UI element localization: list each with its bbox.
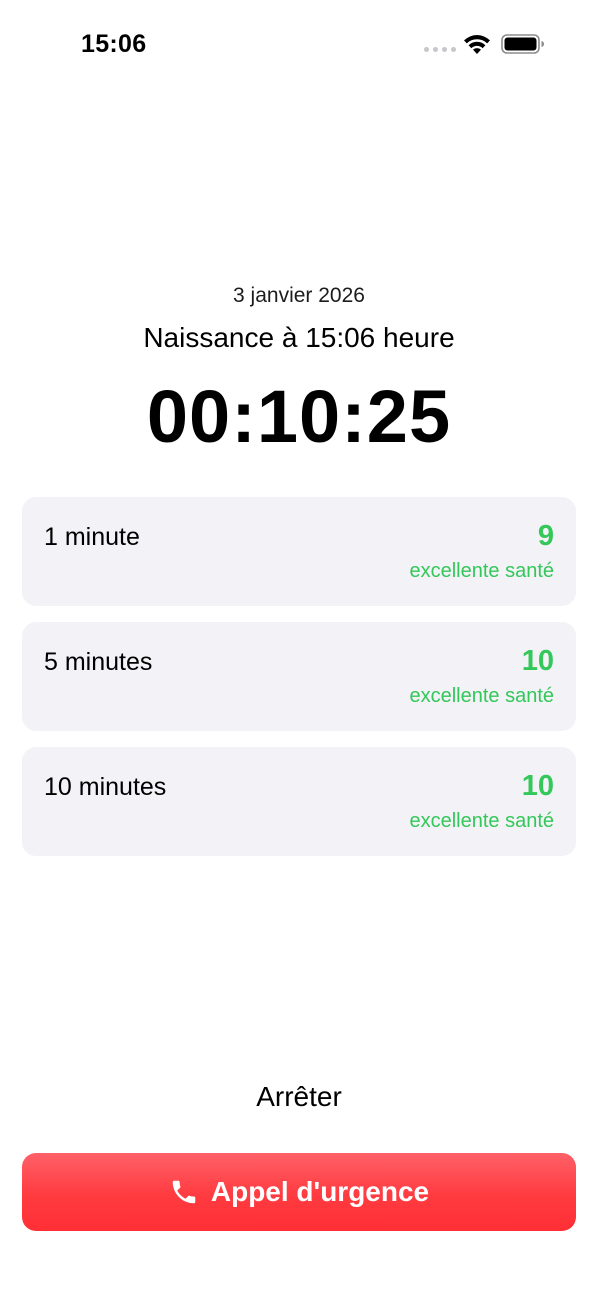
status-bar: 15:06 (0, 0, 598, 90)
score-card-1-minute: 1 minute 9 excellente santé (22, 497, 576, 606)
score-card-10-minutes: 10 minutes 10 excellente santé (22, 747, 576, 856)
stop-button[interactable]: Arrêter (199, 1074, 399, 1120)
phone-icon (172, 1180, 196, 1204)
score-card-label: 10 minutes (44, 773, 167, 801)
date-text: 3 janvier 2026 (233, 284, 365, 307)
signal-dots-icon (424, 47, 456, 53)
wifi-icon (464, 35, 490, 54)
score-value: 10 (521, 770, 554, 802)
battery-icon (501, 34, 544, 54)
birth-time-label: Naissance à 15:06 heure (143, 322, 455, 353)
score-status: excellente santé (409, 810, 554, 832)
score-card-label: 1 minute (44, 523, 140, 551)
status-time: 15:06 (81, 30, 147, 58)
emergency-call-button[interactable]: Appel d'urgence (22, 1153, 576, 1231)
score-card-label: 5 minutes (44, 648, 153, 676)
score-status: excellente santé (409, 560, 554, 582)
score-value: 10 (521, 645, 554, 677)
score-value: 9 (537, 520, 554, 552)
emergency-call-label: Appel d'urgence (210, 1176, 430, 1207)
score-card-5-minutes: 5 minutes 10 excellente santé (22, 622, 576, 731)
score-status: excellente santé (409, 685, 554, 707)
elapsed-timer: 00:10:25 (146, 375, 452, 458)
